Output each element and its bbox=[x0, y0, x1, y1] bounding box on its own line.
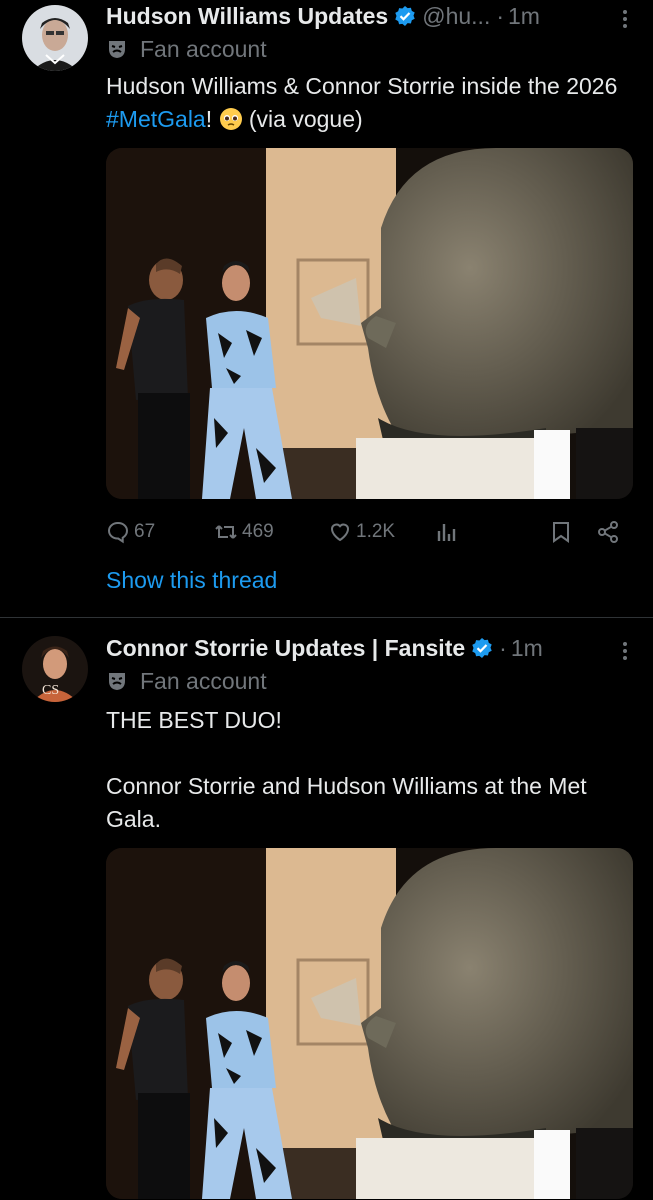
like-count: 1.2K bbox=[356, 521, 396, 542]
tweet-photo[interactable] bbox=[106, 148, 633, 499]
share-icon bbox=[598, 521, 618, 543]
fan-account-label: Fan account bbox=[106, 35, 267, 63]
tweet-text: THE BEST DUO! Connor Storrie and Hudson … bbox=[106, 704, 631, 836]
separator: · bbox=[499, 634, 507, 661]
more-icon[interactable] bbox=[621, 639, 629, 663]
tweet-header: Connor Storrie Updates | Fansite · 1m bbox=[106, 633, 543, 663]
repost-count: 469 bbox=[242, 521, 274, 542]
tweet-text-line-1: THE BEST DUO! bbox=[106, 707, 282, 733]
tweet-text-line-2: Connor Storrie and Hudson Williams at th… bbox=[106, 773, 587, 832]
verified-badge-icon bbox=[471, 637, 493, 659]
bookmark-button[interactable] bbox=[549, 517, 577, 547]
tweet-hudson-williams-updates[interactable]: Hudson Williams Updates @hu... · 1m Fan … bbox=[0, 0, 653, 617]
author-name[interactable]: Hudson Williams Updates bbox=[106, 3, 388, 30]
avatar[interactable]: CS bbox=[22, 636, 88, 702]
repost-button[interactable]: 469 bbox=[214, 517, 274, 547]
verified-badge-icon bbox=[394, 5, 416, 27]
show-thread-link[interactable]: Show this thread bbox=[106, 567, 277, 594]
like-icon bbox=[330, 523, 350, 542]
separator: · bbox=[496, 2, 505, 29]
reply-button[interactable]: 67 bbox=[106, 517, 155, 547]
share-button[interactable] bbox=[596, 517, 624, 547]
tweet-text-start: Hudson Williams & Connor Storrie inside … bbox=[106, 73, 618, 99]
timestamp[interactable]: 1m bbox=[511, 635, 543, 662]
label-text: Fan account bbox=[140, 667, 267, 694]
bookmark-icon bbox=[553, 522, 569, 543]
tweet-text-mid: ! bbox=[205, 106, 219, 132]
author-handle[interactable]: @hu... bbox=[422, 3, 490, 30]
repost-icon bbox=[215, 525, 237, 539]
avatar[interactable] bbox=[22, 5, 88, 71]
like-button[interactable]: 1.2K bbox=[328, 517, 395, 547]
views-button[interactable] bbox=[434, 517, 462, 547]
label-text: Fan account bbox=[140, 35, 267, 62]
author-name[interactable]: Connor Storrie Updates | Fansite bbox=[106, 635, 465, 662]
fan-account-mask-icon bbox=[109, 41, 125, 58]
more-icon[interactable] bbox=[621, 7, 629, 31]
tweet-actions: 67 469 1.2K bbox=[106, 517, 625, 547]
tweet-text: Hudson Williams & Connor Storrie inside … bbox=[106, 70, 631, 136]
views-icon bbox=[437, 524, 456, 541]
hashtag-link[interactable]: #MetGala bbox=[106, 106, 206, 132]
svg-text:CS: CS bbox=[42, 683, 59, 698]
tweet-photo[interactable] bbox=[106, 848, 633, 1199]
fan-account-label: Fan account bbox=[106, 667, 267, 695]
reply-icon bbox=[107, 521, 129, 544]
reply-count: 67 bbox=[134, 521, 156, 542]
tweet-text-end: (via vogue) bbox=[242, 106, 363, 132]
tweet-connor-storrie-updates[interactable]: CS Connor Storrie Updates | Fansite · 1m… bbox=[0, 618, 653, 1200]
timestamp[interactable]: 1m bbox=[508, 3, 540, 30]
tweet-header: Hudson Williams Updates @hu... · 1m bbox=[106, 1, 540, 31]
fan-account-mask-icon bbox=[109, 673, 125, 690]
pleading-face-emoji-icon bbox=[219, 108, 242, 130]
